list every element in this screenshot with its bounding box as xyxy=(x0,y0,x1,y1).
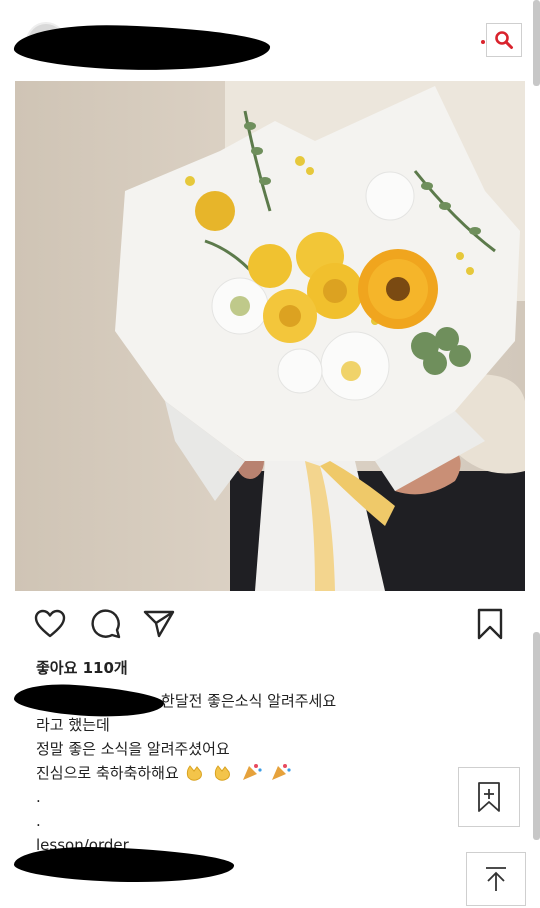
dot-icon xyxy=(481,40,485,44)
comment-icon xyxy=(91,609,121,639)
arrow-up-to-top-icon xyxy=(486,867,506,891)
scrollbar-thumb[interactable] xyxy=(533,0,540,86)
caption-text: c 한달전 좋은소식 알려주세요 xyxy=(148,692,337,710)
caption-line-5: . xyxy=(36,788,41,806)
heart-icon xyxy=(34,609,66,638)
save-button[interactable] xyxy=(472,606,508,642)
search-button[interactable] xyxy=(486,23,522,57)
post-actions xyxy=(0,600,540,650)
share-button[interactable] xyxy=(141,606,177,642)
send-icon xyxy=(143,610,175,638)
comment-button[interactable] xyxy=(88,606,124,642)
caption-line-3: 정말 좋은 소식을 알려주셨어요 xyxy=(36,740,230,758)
caption-text: 진심으로 축하축하해요 xyxy=(36,764,179,782)
clapping-hands-icon xyxy=(212,763,234,781)
bookmark-icon xyxy=(477,608,503,640)
redacted-username xyxy=(13,22,271,74)
post-image[interactable] xyxy=(15,81,525,591)
caption-line-6: . xyxy=(36,812,41,830)
scroll-top-button[interactable] xyxy=(466,852,526,906)
post-header xyxy=(0,0,540,80)
page-scrollbar-thumb[interactable] xyxy=(533,632,540,840)
like-button[interactable] xyxy=(32,606,68,642)
clapping-hands-icon xyxy=(184,763,206,781)
likes-count[interactable]: 좋아요 110개 xyxy=(36,657,128,678)
search-icon xyxy=(495,31,513,49)
caption-line-2: 라고 했는데 xyxy=(36,716,110,734)
bookmark-add-button[interactable] xyxy=(458,767,520,827)
bookmark-add-icon xyxy=(478,782,500,812)
party-popper-icon xyxy=(241,763,263,781)
bouquet-photo xyxy=(15,81,525,591)
party-popper-icon xyxy=(270,763,292,781)
caption-line-4: 진심으로 축하축하해요 xyxy=(36,761,456,785)
